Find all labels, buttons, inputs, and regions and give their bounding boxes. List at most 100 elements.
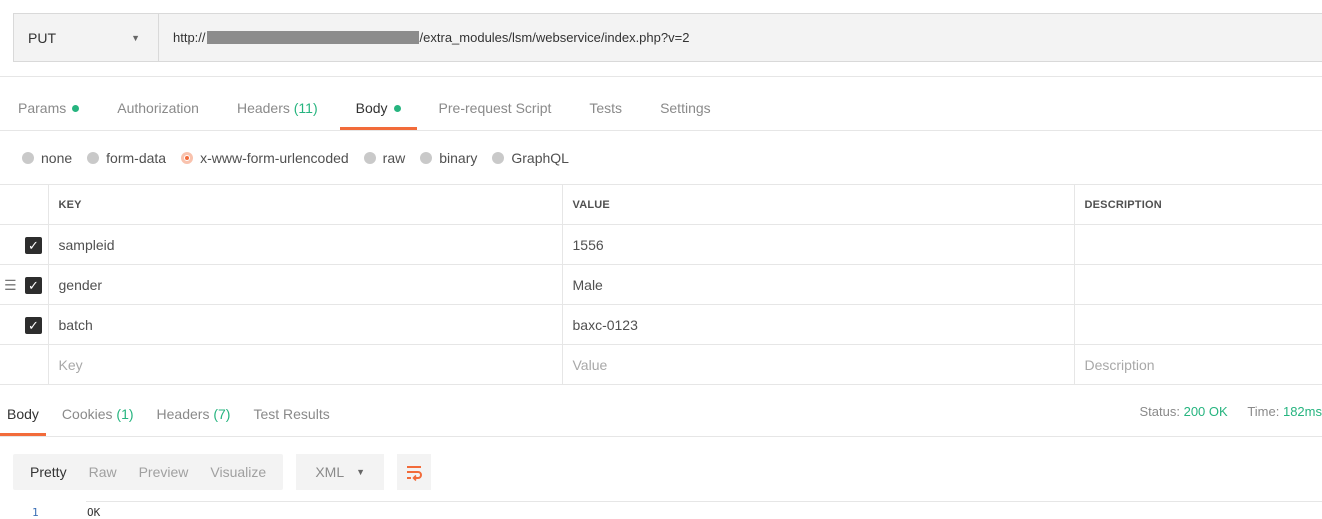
table-row: ✓ batch baxc-0123 xyxy=(0,305,1322,345)
tab-response-body[interactable]: Body xyxy=(7,400,39,436)
tab-body[interactable]: Body xyxy=(356,92,401,130)
url-input[interactable]: http:// /extra_modules/lsm/webservice/ind… xyxy=(159,30,689,45)
mode-visualize[interactable]: Visualize xyxy=(199,454,277,490)
method-select[interactable]: PUT ▼ xyxy=(14,14,159,61)
radio-binary[interactable]: binary xyxy=(420,150,477,166)
redacted-host xyxy=(207,31,419,44)
tab-label: Test Results xyxy=(253,406,329,422)
mode-raw[interactable]: Raw xyxy=(78,454,128,490)
chevron-down-icon: ▼ xyxy=(131,33,140,43)
header-description: DESCRIPTION xyxy=(1074,185,1322,225)
value-cell[interactable]: baxc-0123 xyxy=(562,305,1074,345)
description-input[interactable]: Description xyxy=(1074,345,1322,385)
tab-test-results[interactable]: Test Results xyxy=(253,400,329,436)
description-cell[interactable] xyxy=(1074,225,1322,265)
checkbox-checked-icon[interactable]: ✓ xyxy=(25,317,42,334)
radio-label: raw xyxy=(383,150,406,166)
chevron-down-icon: ▼ xyxy=(356,467,365,477)
wrap-lines-icon xyxy=(405,463,423,481)
tab-label: Settings xyxy=(660,100,711,116)
response-tabs: Body Cookies (1) Headers (7) Test Result… xyxy=(7,400,353,436)
tab-count: (11) xyxy=(294,100,318,116)
tab-label: Cookies xyxy=(62,406,113,422)
tab-label: Params xyxy=(18,100,66,116)
radio-x-www-form-urlencoded[interactable]: x-www-form-urlencoded xyxy=(181,150,349,166)
format-select[interactable]: XML ▼ xyxy=(296,454,384,490)
radio-circle-icon xyxy=(22,152,34,164)
value-cell[interactable]: Male xyxy=(562,265,1074,305)
status-label: Status: xyxy=(1140,404,1180,419)
url-prefix: http:// xyxy=(173,30,206,45)
divider xyxy=(0,76,1322,77)
tab-settings[interactable]: Settings xyxy=(660,92,711,130)
tab-pre-request-script[interactable]: Pre-request Script xyxy=(439,92,552,130)
drag-handle-icon[interactable]: ☰ xyxy=(4,277,17,294)
value-input[interactable]: Value xyxy=(562,345,1074,385)
key-cell[interactable]: batch xyxy=(48,305,562,345)
tab-params[interactable]: Params xyxy=(18,92,79,130)
tab-authorization[interactable]: Authorization xyxy=(117,92,199,130)
radio-selected-icon xyxy=(181,152,193,164)
description-cell[interactable] xyxy=(1074,265,1322,305)
url-path: /extra_modules/lsm/webservice/index.php?… xyxy=(420,30,690,45)
editor-divider xyxy=(86,501,1322,502)
tab-count: (1) xyxy=(116,406,133,422)
time-label: Time: xyxy=(1247,404,1279,419)
tab-tests[interactable]: Tests xyxy=(589,92,622,130)
key-cell[interactable]: sampleid xyxy=(48,225,562,265)
radio-circle-icon xyxy=(87,152,99,164)
checkbox-cell xyxy=(0,345,48,385)
radio-label: x-www-form-urlencoded xyxy=(200,150,349,166)
tab-label: Pre-request Script xyxy=(439,100,552,116)
mode-preview[interactable]: Preview xyxy=(128,454,200,490)
tab-label: Tests xyxy=(589,100,622,116)
tab-count: (7) xyxy=(213,406,230,422)
wrap-lines-button[interactable] xyxy=(397,454,431,490)
mode-pretty[interactable]: Pretty xyxy=(19,454,78,490)
radio-none[interactable]: none xyxy=(22,150,72,166)
tab-label: Body xyxy=(7,406,39,422)
radio-label: none xyxy=(41,150,72,166)
request-tabs: Params Authorization Headers (11) Body P… xyxy=(18,92,749,130)
description-cell[interactable] xyxy=(1074,305,1322,345)
tab-label: Headers xyxy=(237,100,290,116)
status-badge[interactable]: 200 OK xyxy=(1184,404,1228,419)
checkbox-checked-icon[interactable]: ✓ xyxy=(25,237,42,254)
divider xyxy=(0,436,1322,437)
radio-form-data[interactable]: form-data xyxy=(87,150,166,166)
radio-circle-icon xyxy=(492,152,504,164)
header-key: KEY xyxy=(48,185,562,225)
format-label: XML xyxy=(315,464,344,480)
body-type-radios: none form-data x-www-form-urlencoded raw… xyxy=(22,150,584,166)
header-value: VALUE xyxy=(562,185,1074,225)
tab-cookies[interactable]: Cookies (1) xyxy=(62,400,134,436)
tab-headers[interactable]: Headers (11) xyxy=(237,92,318,130)
key-cell[interactable]: gender xyxy=(48,265,562,305)
checkbox-cell: ☰✓ xyxy=(0,265,48,305)
method-label: PUT xyxy=(28,30,56,46)
radio-circle-icon xyxy=(364,152,376,164)
status-dot-icon xyxy=(72,105,79,112)
params-table: KEY VALUE DESCRIPTION ✓ sampleid 1556 ☰✓… xyxy=(0,184,1322,385)
table-row: ✓ sampleid 1556 xyxy=(0,225,1322,265)
tab-label: Authorization xyxy=(117,100,199,116)
radio-label: form-data xyxy=(106,150,166,166)
table-row-empty: Key Value Description xyxy=(0,345,1322,385)
tab-response-headers[interactable]: Headers (7) xyxy=(157,400,231,436)
divider xyxy=(0,130,1322,131)
checkbox-cell: ✓ xyxy=(0,305,48,345)
radio-graphql[interactable]: GraphQL xyxy=(492,150,569,166)
tab-label: Headers xyxy=(157,406,210,422)
key-input[interactable]: Key xyxy=(48,345,562,385)
checkbox-checked-icon[interactable]: ✓ xyxy=(25,277,42,294)
checkbox-cell: ✓ xyxy=(0,225,48,265)
time-value[interactable]: 182ms xyxy=(1283,404,1322,419)
radio-label: binary xyxy=(439,150,477,166)
value-cell[interactable]: 1556 xyxy=(562,225,1074,265)
response-content: OK xyxy=(87,506,100,519)
table-header-row: KEY VALUE DESCRIPTION xyxy=(0,185,1322,225)
url-bar: PUT ▼ http:// /extra_modules/lsm/webservi… xyxy=(13,13,1322,62)
radio-raw[interactable]: raw xyxy=(364,150,406,166)
radio-circle-icon xyxy=(420,152,432,164)
table-row: ☰✓ gender Male xyxy=(0,265,1322,305)
